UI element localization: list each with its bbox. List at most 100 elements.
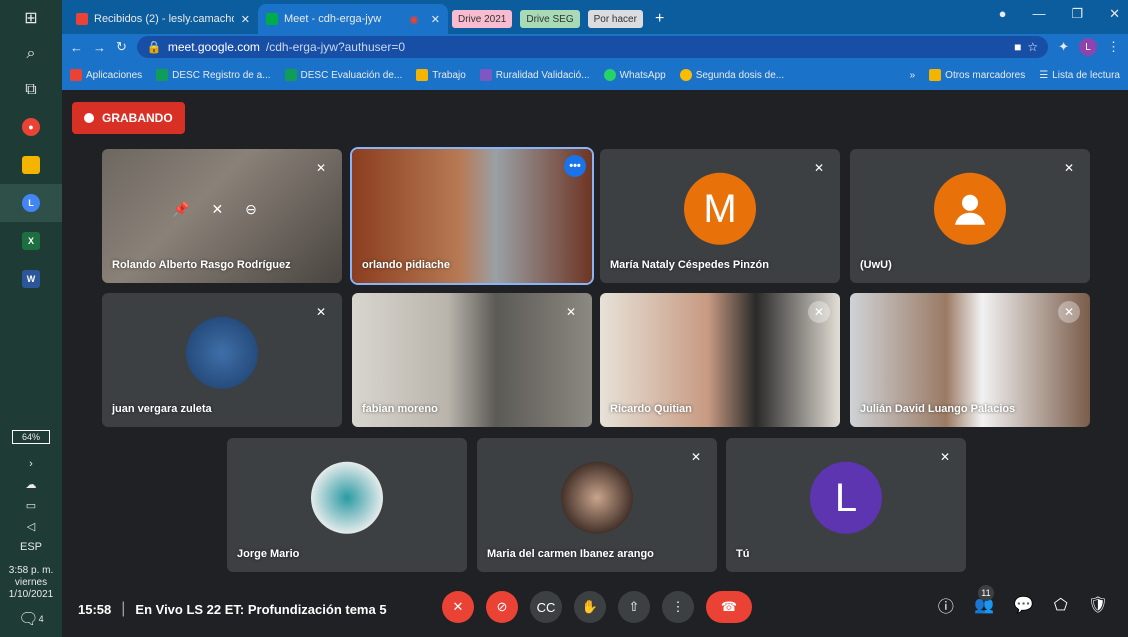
notifications-icon[interactable]: 🗨 4 — [11, 601, 51, 637]
participant-tile[interactable]: Jorge Mario — [227, 438, 467, 572]
address-bar[interactable]: 🔒 meet.google.com/cdh-erga-jyw?authuser=… — [136, 36, 1049, 58]
participant-avatar-image — [311, 461, 383, 534]
participant-tile[interactable]: ✕ 📌 ✕ ⊖ Rolando Alberto Rasgo Rodríguez — [102, 149, 342, 283]
tab-group-drive-seg[interactable]: Drive SEG — [520, 10, 580, 28]
more-options-icon[interactable]: ••• — [564, 155, 586, 177]
raise-hand-button[interactable]: ✋ — [574, 591, 606, 623]
participant-tile[interactable]: ✕ Maria del carmen Ibanez arango — [477, 438, 717, 572]
recording-badge[interactable]: GRABANDO — [72, 102, 185, 134]
bookmark-ruralidad[interactable]: Ruralidad Validació... — [479, 69, 590, 81]
close-icon[interactable]: ✕ — [241, 13, 250, 26]
camera-toggle-button[interactable]: ⊘ — [486, 591, 518, 623]
whatsapp-icon — [603, 69, 616, 81]
close-window-button[interactable]: ✕ — [1109, 6, 1120, 22]
host-controls-icon[interactable]: 🛡 — [1088, 595, 1108, 615]
bookmarks-bar: Aplicaciones DESC Registro de a... DESC … — [62, 60, 1128, 90]
default-user-avatar-icon — [934, 172, 1006, 245]
bookmark-desc-registro[interactable]: DESC Registro de a... — [156, 69, 271, 81]
mic-off-icon: ✕ — [1063, 161, 1075, 175]
bookmark-desc-evaluacion[interactable]: DESC Evaluación de... — [284, 69, 402, 81]
taskbar-chrome-profile-app[interactable]: L — [0, 184, 62, 222]
onedrive-icon[interactable]: ☁ — [26, 478, 37, 491]
bookmark-label: Otros marcadores — [945, 69, 1026, 81]
participant-tile[interactable]: ✕ Julián David Luango Palacios — [850, 293, 1090, 427]
task-view-icon[interactable]: ⧉ — [11, 72, 51, 108]
bookmark-lista-lectura[interactable]: ☰ Lista de lectura — [1039, 70, 1120, 81]
participant-tile[interactable]: ••• orlando pidiache — [350, 147, 594, 285]
bookmark-whatsapp[interactable]: WhatsApp — [603, 69, 666, 81]
battery-indicator[interactable]: 64% — [12, 430, 50, 444]
taskbar-chrome-app[interactable]: ● — [0, 108, 62, 146]
mic-off-icon: ✕ — [939, 450, 951, 464]
meeting-title: En Vivo LS 22 ET: Profundización tema 5 — [135, 601, 387, 617]
mic-off-icon: ✕ — [315, 305, 327, 319]
leave-call-button[interactable]: ☎ — [706, 591, 752, 623]
tab-title: Meet - cdh-erga-jyw — [284, 13, 382, 25]
forward-icon[interactable]: → — [93, 40, 106, 55]
more-options-button[interactable]: ⋮ — [662, 591, 694, 623]
volume-icon[interactable]: ◁ — [27, 520, 35, 533]
taskbar-excel-app[interactable]: X — [0, 222, 62, 260]
remove-icon[interactable]: ⊖ — [245, 201, 257, 218]
network-icon[interactable]: ▭ — [26, 499, 36, 512]
participant-tile[interactable]: ✕ fabian moreno — [352, 293, 592, 427]
mute-participant-icon[interactable]: ✕ — [211, 201, 223, 218]
bookmark-star-icon[interactable]: ☆ — [1027, 40, 1038, 54]
browser-chrome: Recibidos (2) - lesly.camacho@in ✕ Meet … — [62, 0, 1128, 90]
more-bookmarks-icon[interactable]: » — [910, 70, 916, 81]
profile-avatar[interactable]: L — [1079, 38, 1097, 56]
close-icon[interactable]: ✕ — [431, 13, 440, 26]
taskbar-word-app[interactable]: W — [0, 260, 62, 298]
taskbar-clock[interactable]: 3:58 p. m. viernes 1/10/2021 — [9, 565, 54, 601]
participant-name: Ricardo Quitian — [610, 403, 692, 415]
bookmark-otros-marcadores[interactable]: Otros marcadores — [929, 69, 1025, 81]
minimize-button[interactable]: — — [1032, 6, 1045, 22]
notification-count: 4 — [38, 614, 44, 624]
tab-group-drive-2021[interactable]: Drive 2021 — [452, 10, 513, 28]
back-icon[interactable]: ← — [70, 40, 83, 55]
windows-start-icon[interactable]: ⊞ — [11, 0, 51, 36]
participant-name: Maria del carmen Ibanez arango — [487, 548, 654, 560]
activities-icon[interactable]: ⬠ — [1054, 595, 1068, 615]
reload-icon[interactable]: ↻ — [116, 39, 127, 55]
mic-toggle-button[interactable]: ✕ — [442, 591, 474, 623]
people-button[interactable]: 11 👥 — [974, 585, 994, 615]
bookmark-segunda-dosis[interactable]: Segunda dosis de... — [679, 69, 784, 81]
windows-taskbar: ⊞ ⌕ ⧉ ● L X W 64% › ☁ ▭ ◁ ESP 3:58 p. m.… — [0, 0, 62, 637]
tab-gmail[interactable]: Recibidos (2) - lesly.camacho@in ✕ — [68, 4, 258, 34]
participant-tile[interactable]: ✕ M María Nataly Céspedes Pinzón — [600, 149, 840, 283]
bookmark-trabajo[interactable]: Trabajo — [416, 69, 466, 81]
tab-group-por-hacer[interactable]: Por hacer — [587, 10, 643, 28]
participant-tile-self[interactable]: ✕ L Tú — [726, 438, 966, 572]
participant-tile[interactable]: ✕ juan vergara zuleta — [102, 293, 342, 427]
profile-menu-icon[interactable]: ● — [999, 6, 1007, 22]
participant-name: Rolando Alberto Rasgo Rodríguez — [112, 259, 291, 271]
forms-icon — [479, 69, 492, 81]
meeting-details-icon[interactable]: ⓘ — [938, 593, 954, 617]
camera-in-use-icon[interactable]: ■ — [1014, 40, 1021, 54]
mic-off-icon: ✕ — [452, 599, 464, 614]
new-tab-button[interactable]: + — [655, 10, 664, 28]
mic-off-icon: ✕ — [808, 301, 830, 323]
language-indicator[interactable]: ESP — [20, 541, 42, 553]
recording-tab-icon: ◉ — [409, 13, 419, 26]
pin-icon[interactable]: 📌 — [172, 201, 189, 218]
restore-button[interactable]: ❐ — [1071, 6, 1083, 22]
extensions-icon[interactable]: ✦ — [1058, 39, 1069, 55]
tab-title: Recibidos (2) - lesly.camacho@in — [94, 13, 234, 25]
chevron-up-icon[interactable]: › — [29, 458, 33, 470]
search-icon[interactable]: ⌕ — [11, 36, 51, 72]
menu-icon[interactable]: ⋮ — [1107, 39, 1120, 55]
participant-tile[interactable]: ✕ (UwU) — [850, 149, 1090, 283]
taskbar-explorer-app[interactable] — [0, 146, 62, 184]
captions-button[interactable]: CC — [530, 591, 562, 623]
chat-icon[interactable]: 💬 — [1014, 595, 1034, 615]
word-icon: W — [22, 270, 40, 288]
bookmark-apps[interactable]: Aplicaciones — [70, 69, 142, 81]
clock-day: viernes — [14, 577, 48, 588]
record-dot-icon — [84, 113, 94, 123]
tab-meet[interactable]: Meet - cdh-erga-jyw ◉ ✕ — [258, 4, 448, 34]
chrome-icon: ● — [22, 118, 40, 136]
participant-tile[interactable]: ✕ Ricardo Quitian — [600, 293, 840, 427]
present-button[interactable]: ⇧ — [618, 591, 650, 623]
